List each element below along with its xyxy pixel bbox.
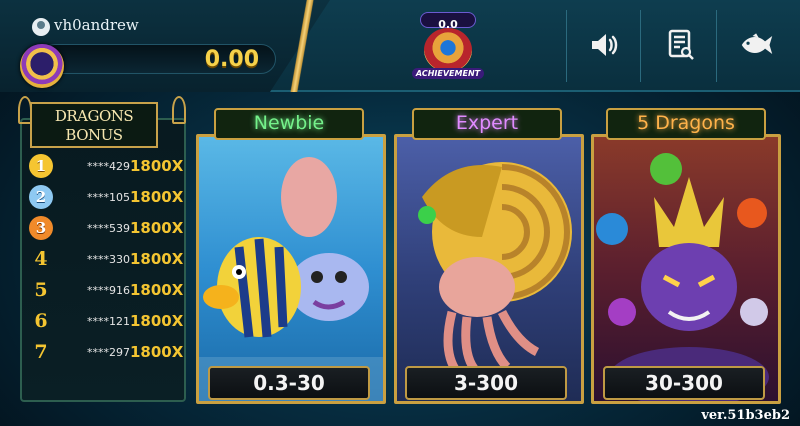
bet-range-expert[interactable]: 3-300	[405, 366, 567, 400]
multiplier-value: 1800X	[130, 312, 184, 330]
room-card-expert[interactable]	[394, 134, 584, 404]
fish-menu-button[interactable]	[740, 28, 774, 62]
rank-label: 5	[34, 279, 48, 301]
rank-medal-icon: 3	[29, 216, 53, 240]
masked-player-id: ****429	[87, 159, 130, 173]
masked-player-id: ****121	[87, 314, 130, 328]
masked-player-id: ****539	[87, 221, 130, 235]
room-name-text: Newbie	[253, 112, 325, 134]
masked-player-id: ****297	[87, 345, 130, 359]
balance-display: 0.00	[40, 44, 276, 74]
bonus-row: 6 ****121 1800X	[22, 306, 184, 336]
gold-divider	[262, 0, 342, 92]
masked-player-id: ****105	[87, 190, 130, 204]
room-name-expert: Expert	[412, 108, 562, 140]
toolbar-divider	[716, 10, 717, 82]
bonus-row: 2 ****105 1800X	[22, 182, 184, 212]
rank-label: 1	[22, 154, 60, 178]
multiplier-value: 1800X	[130, 219, 184, 237]
fish-icon	[741, 33, 773, 54]
dragon-art	[596, 153, 769, 401]
multiplier-value: 1800X	[130, 157, 184, 175]
username: vh0andrew	[54, 16, 139, 34]
room-name-5-dragons: 5 Dragons	[606, 108, 766, 140]
bonus-row: 5 ****916 1800X	[22, 275, 184, 305]
toolbar-divider	[566, 10, 567, 82]
dragons-bonus-title: DRAGONS BONUS	[30, 102, 158, 148]
newbie-fish-art	[199, 157, 383, 401]
achievement-label[interactable]: ACHIEVEMENT	[412, 68, 484, 79]
document-search-icon	[668, 29, 694, 60]
user-icon	[32, 18, 50, 36]
speaker-icon	[592, 34, 618, 56]
sound-button[interactable]	[588, 28, 622, 62]
rank-label: 6	[34, 310, 48, 332]
room-name-text: Expert	[455, 112, 519, 134]
achievement-value-box: 0.0	[420, 12, 476, 31]
multiplier-value: 1800X	[130, 343, 184, 361]
dragon-ornament-right-icon	[172, 96, 186, 124]
expert-nautilus-art	[418, 162, 572, 376]
balance-value: 0.00	[204, 47, 259, 72]
coin-icon	[20, 44, 64, 88]
game-lobby: vh0andrew 0.00 0.0 ACHIEVEMENT DRAGONS B…	[0, 0, 800, 426]
bonus-row: 7 ****297 1800X	[22, 337, 184, 367]
rank-label: 2	[22, 185, 60, 209]
room-name-text: 5 Dragons	[637, 112, 735, 134]
bonus-title-line2: BONUS	[65, 126, 123, 144]
toolbar-divider	[640, 10, 641, 82]
multiplier-value: 1800X	[130, 281, 184, 299]
history-button[interactable]	[664, 28, 698, 62]
version-label: ver.51b3eb2	[701, 408, 790, 423]
bet-range-5-dragons[interactable]: 30-300	[603, 366, 765, 400]
bonus-row: 1 ****429 1800X	[22, 151, 184, 181]
masked-player-id: ****330	[87, 252, 130, 266]
multiplier-value: 1800X	[130, 250, 184, 268]
bet-range-newbie[interactable]: 0.3-30	[208, 366, 370, 400]
masked-player-id: ****916	[87, 283, 130, 297]
bonus-title-line1: DRAGONS	[54, 107, 134, 125]
rank-medal-icon: 2	[29, 185, 53, 209]
rank-label: 4	[34, 248, 48, 270]
multiplier-value: 1800X	[130, 188, 184, 206]
rank-label: 7	[34, 341, 48, 363]
rank-label: 3	[22, 216, 60, 240]
achievement-badge-icon[interactable]	[424, 28, 472, 72]
room-card-newbie[interactable]	[196, 134, 386, 404]
bonus-row: 3 ****539 1800X	[22, 213, 184, 243]
bonus-row: 4 ****330 1800X	[22, 244, 184, 274]
room-card-5-dragons[interactable]	[591, 134, 781, 404]
rank-medal-icon: 1	[29, 154, 53, 178]
room-name-newbie: Newbie	[214, 108, 364, 140]
